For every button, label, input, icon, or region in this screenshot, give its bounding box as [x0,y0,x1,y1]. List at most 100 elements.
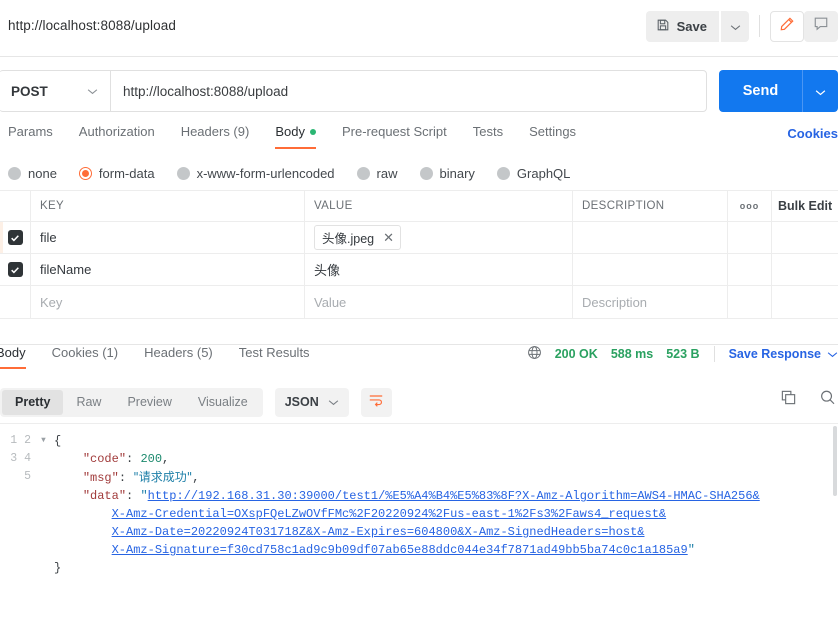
tab-authorization-label: Authorization [78,124,155,139]
row-key-cell[interactable]: file [31,222,305,253]
save-response-button[interactable]: Save Response [729,347,821,361]
url-bar-row: POST http://localhost:8088/upload Send [0,70,838,112]
view-mode-raw[interactable]: Raw [63,390,114,415]
row-options-cell [728,286,772,318]
checkbox-checked-icon[interactable] [7,230,23,245]
body-type-none[interactable]: none [8,166,57,181]
chevron-down-icon [730,19,741,34]
send-options-button[interactable] [802,70,838,112]
row-checkbox-cell [0,222,31,253]
new-value-input[interactable]: Value [305,286,573,318]
row-description-cell[interactable] [573,254,728,285]
tab-tests[interactable]: Tests [460,124,516,149]
json-value-data-line-2[interactable]: X-Amz-Credential=OXspFQeLZwOVfFMc%2F2022… [112,507,667,521]
tab-params[interactable]: Params [4,124,66,149]
table-row[interactable]: fileName 头像 [0,254,838,286]
row-key-cell[interactable]: fileName [31,254,305,285]
response-body-viewer[interactable]: 1 2 3 4 5 ▾ { "code": 200, "msg": "请求成功"… [0,423,838,608]
code-fold-column[interactable]: ▾ [40,424,54,608]
edit-request-button[interactable] [770,10,804,42]
body-type-raw[interactable]: raw [356,166,398,181]
vertical-scrollbar[interactable] [833,426,837,496]
tab-body[interactable]: Body [262,124,329,149]
response-tab-body-label: Body [0,345,26,360]
comments-button[interactable] [804,10,838,42]
copy-icon[interactable] [780,389,797,411]
table-options-button[interactable]: ooo [728,191,772,221]
row-extra-cell [772,254,838,285]
body-type-binary-label: binary [439,166,475,181]
new-value-placeholder: Value [314,294,347,310]
send-button-group: Send [719,70,838,112]
response-tab-headers-label: Headers (5) [144,345,213,360]
tab-headers[interactable]: Headers (9) [168,124,263,149]
comment-icon [813,16,829,36]
remove-file-icon[interactable]: ✕ [383,231,394,244]
new-key-input[interactable]: Key [31,286,305,318]
body-type-graphql-label: GraphQL [516,166,571,181]
viewer-actions [780,389,836,411]
view-mode-pretty[interactable]: Pretty [2,389,64,415]
table-row-empty[interactable]: Key Value Description [0,286,838,318]
search-icon[interactable] [819,389,836,411]
http-method-select[interactable]: POST [0,70,110,112]
chevron-down-icon[interactable] [827,347,838,361]
checkbox-empty-icon[interactable] [8,295,23,310]
new-description-input[interactable]: Description [573,286,728,318]
response-tab-test-results-label: Test Results [238,345,310,360]
save-button-label: Save [676,18,707,34]
response-tab-cookies[interactable]: Cookies (1) [39,345,131,369]
json-value-msg: "请求成功" [133,470,193,484]
body-type-none-label: none [28,166,57,181]
save-button[interactable]: Save [645,10,719,42]
body-type-binary[interactable]: binary [419,166,475,181]
request-url-input[interactable]: http://localhost:8088/upload [110,70,707,112]
view-mode-segment: Pretty Raw Preview Visualize [0,387,263,417]
send-button[interactable]: Send [719,70,802,112]
file-chip[interactable]: 头像.jpeg ✕ [314,225,402,250]
cookies-link[interactable]: Cookies [787,126,838,141]
response-tab-body[interactable]: Body [0,345,39,369]
header-value-cell: VALUE [305,191,573,221]
tab-authorization[interactable]: Authorization [66,124,168,149]
row-extra-cell [772,222,838,253]
header-key-label: KEY [40,200,65,212]
response-tab-headers[interactable]: Headers (5) [131,345,226,369]
body-type-form-data-label: form-data [98,166,155,181]
request-top-bar: http://localhost:8088/upload Save [0,0,838,57]
view-mode-visualize[interactable]: Visualize [185,390,261,415]
body-type-form-data[interactable]: form-data [78,166,155,181]
row-description-cell[interactable] [573,222,728,253]
top-bar-actions: Save [645,9,838,43]
row-value-cell[interactable]: 头像 [305,254,573,285]
row-key-text: file [40,230,57,245]
tab-body-label: Body [275,124,305,139]
body-type-graphql[interactable]: GraphQL [496,166,571,181]
row-value-cell[interactable]: 头像.jpeg ✕ [305,222,573,253]
json-value-data-line-4[interactable]: X-Amz-Signature=f30cd758c1ad9c9b09df07ab… [112,543,688,557]
header-checkbox-cell [0,191,31,221]
json-value-code: 200 [140,452,163,466]
response-format-select[interactable]: JSON [274,387,349,417]
body-type-urlencoded-label: x-www-form-urlencoded [196,166,335,181]
bulk-edit-button[interactable]: Bulk Edit [772,191,838,221]
response-tab-test-results[interactable]: Test Results [226,345,323,369]
checkbox-checked-icon[interactable] [7,262,23,277]
json-value-data-line-3[interactable]: X-Amz-Date=20220924T031718Z&X-Amz-Expire… [112,525,645,539]
view-mode-preview[interactable]: Preview [114,390,184,415]
tab-settings[interactable]: Settings [516,124,589,149]
save-options-button[interactable] [721,10,749,42]
form-data-table: KEY VALUE DESCRIPTION ooo Bulk Edit file… [0,191,838,319]
json-key-code: "code" [82,452,127,466]
tab-pre-request-script[interactable]: Pre-request Script [329,124,460,149]
response-tabs: Body Cookies (1) Headers (5) Test Result… [0,345,838,379]
line-number-gutter: 1 2 3 4 5 [0,424,40,608]
tab-pre-request-script-label: Pre-request Script [341,124,447,139]
body-type-urlencoded[interactable]: x-www-form-urlencoded [176,166,335,181]
new-description-placeholder: Description [582,294,648,310]
word-wrap-button[interactable] [360,387,392,417]
radio-icon [176,167,190,180]
response-divider-band [0,319,838,345]
table-row[interactable]: file 头像.jpeg ✕ [0,222,838,254]
json-value-data-line-1[interactable]: http://192.168.31.30:39000/test1/%E5%A4%… [148,489,760,503]
